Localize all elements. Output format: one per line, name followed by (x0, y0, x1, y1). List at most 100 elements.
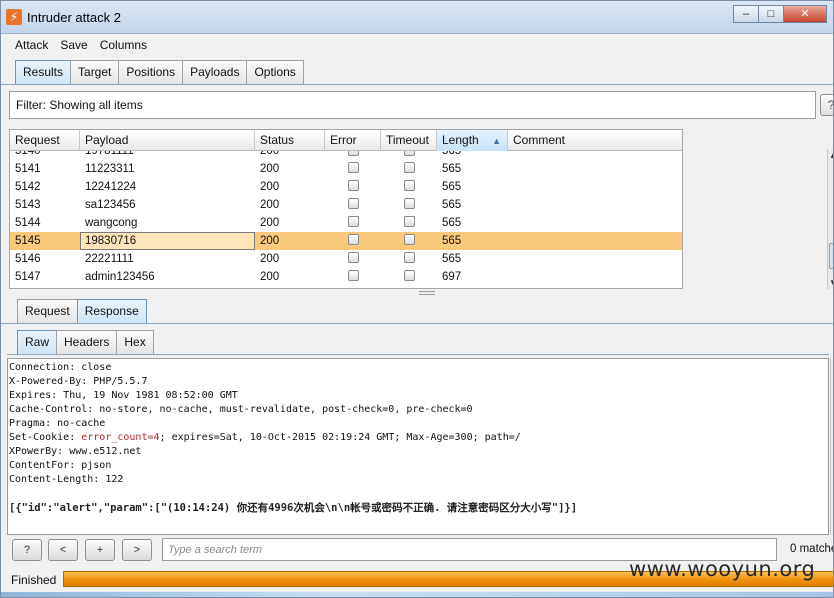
timeout-checkbox[interactable] (404, 216, 415, 228)
response-line: Expires: Thu, 19 Nov 1981 08:52:00 GMT (9, 390, 238, 401)
table-row[interactable]: 5140 19781111 200 565 (10, 151, 682, 160)
cell-timeout (381, 268, 437, 286)
cell-length: 565 (442, 217, 462, 229)
cell-length: 565 (442, 235, 462, 247)
column-error[interactable]: Error (325, 130, 381, 151)
table-row[interactable]: 5141 11223311 200 565 (10, 160, 682, 178)
filter-bar[interactable]: Filter: Showing all items (9, 91, 816, 119)
main-tabs: Results Target Positions Payloads Option… (15, 60, 304, 85)
cell-length: 565 (442, 199, 462, 211)
cookie-highlight: error_count=4 (81, 432, 160, 443)
table-row[interactable]: 5144 wangcong 200 565 (10, 214, 682, 232)
timeout-checkbox[interactable] (404, 270, 415, 282)
error-checkbox[interactable] (348, 162, 359, 174)
column-comment[interactable]: Comment (508, 130, 682, 151)
cell-timeout (381, 178, 437, 196)
cell-error (325, 151, 381, 160)
timeout-checkbox[interactable] (404, 162, 415, 174)
tab-options[interactable]: Options (246, 60, 304, 84)
cell-request: 5146 (15, 253, 41, 265)
response-line: ContentFor: pjson (9, 460, 112, 471)
scrollbar-thumb[interactable] (829, 243, 833, 269)
menu-save[interactable]: Save (60, 38, 87, 52)
view-tab-divider (7, 354, 829, 355)
timeout-checkbox[interactable] (404, 180, 415, 192)
cell-length: 565 (442, 163, 462, 175)
intruder-window: ⚡ Intruder attack 2 – □ ✕ Attack Save Co… (0, 0, 834, 598)
tab-positions[interactable]: Positions (118, 60, 184, 84)
response-scrollbar[interactable] (830, 358, 833, 535)
cookie-prefix: Set-Cookie: (9, 432, 82, 443)
cell-payload: 11223311 (85, 163, 135, 175)
search-add-button[interactable]: + (85, 539, 115, 561)
cell-error (325, 250, 381, 268)
tab-raw[interactable]: Raw (17, 330, 58, 355)
table-row[interactable]: 5143 sa123456 200 565 (10, 196, 682, 214)
cell-timeout (381, 214, 437, 232)
search-help-button[interactable]: ? (12, 539, 42, 561)
timeout-checkbox[interactable] (404, 252, 415, 264)
response-line: Cache-Control: no-store, no-cache, must-… (9, 404, 473, 415)
close-icon[interactable]: ✕ (783, 5, 827, 23)
cell-status: 200 (260, 163, 280, 175)
error-checkbox[interactable] (348, 198, 359, 210)
column-length-label: Length (442, 133, 479, 147)
scroll-down-icon[interactable]: ▼ (828, 278, 833, 287)
column-length[interactable]: Length ▲ (437, 130, 508, 151)
table-row[interactable]: 5142 12241224 200 565 (10, 178, 682, 196)
menu-attack[interactable]: Attack (15, 38, 48, 52)
cell-request: 5142 (15, 181, 41, 193)
view-tabs: Raw Headers Hex (17, 330, 154, 355)
table-scrollbar[interactable]: ▲ ▼ (827, 149, 833, 289)
filter-help-button[interactable]: ? (820, 94, 833, 116)
search-next-button[interactable]: > (122, 539, 152, 561)
table-row[interactable]: 5147 admin123456 200 697 (10, 268, 682, 286)
cell-comment (508, 250, 682, 268)
error-checkbox[interactable] (348, 151, 359, 156)
table-row[interactable]: 5146 22221111 200 565 (10, 250, 682, 268)
error-checkbox[interactable] (348, 180, 359, 192)
tab-payloads[interactable]: Payloads (182, 60, 248, 84)
column-timeout[interactable]: Timeout (381, 130, 437, 151)
error-checkbox[interactable] (348, 216, 359, 228)
menu-columns[interactable]: Columns (100, 38, 147, 52)
cell-error (325, 268, 381, 286)
cookie-suffix: ; expires=Sat, 10-Oct-2015 02:19:24 GMT;… (159, 432, 521, 443)
response-set-cookie-line: Set-Cookie: error_count=4; expires=Sat, … (9, 431, 827, 445)
results-table: Request Payload Status Error Timeout Len… (9, 129, 683, 289)
minimize-icon[interactable]: – (733, 5, 759, 23)
tab-results[interactable]: Results (15, 60, 72, 85)
error-checkbox[interactable] (348, 234, 359, 246)
cell-status: 200 (260, 253, 280, 265)
search-match-count: 0 matches (790, 543, 833, 555)
response-raw-view[interactable]: Connection: close X-Powered-By: PHP/5.5.… (7, 358, 829, 535)
tab-response[interactable]: Response (76, 299, 147, 324)
cell-error (325, 196, 381, 214)
cell-payload: wangcong (85, 217, 138, 229)
cell-payload: 19781111 (85, 151, 134, 157)
title-bar[interactable]: ⚡ Intruder attack 2 – □ ✕ (1, 1, 833, 34)
column-status[interactable]: Status (255, 130, 325, 151)
column-payload[interactable]: Payload (80, 130, 255, 151)
cell-request: 5141 (15, 163, 41, 175)
maximize-icon[interactable]: □ (758, 5, 784, 23)
timeout-checkbox[interactable] (404, 151, 415, 156)
column-request[interactable]: Request (10, 130, 80, 151)
cell-status: 200 (260, 217, 280, 229)
table-row[interactable]: 5145 19830716 200 565 (10, 232, 682, 250)
search-prev-button[interactable]: < (48, 539, 78, 561)
cell-comment (508, 160, 682, 178)
tab-request[interactable]: Request (17, 299, 78, 323)
table-header: Request Payload Status Error Timeout Len… (10, 130, 682, 151)
pane-splitter[interactable] (419, 291, 435, 295)
tab-hex[interactable]: Hex (116, 330, 154, 354)
timeout-checkbox[interactable] (404, 198, 415, 210)
response-line: Pragma: no-cache (9, 418, 106, 429)
tab-target[interactable]: Target (70, 60, 120, 84)
timeout-checkbox[interactable] (404, 234, 415, 246)
scroll-up-icon[interactable]: ▲ (828, 151, 833, 160)
error-checkbox[interactable] (348, 270, 359, 282)
taskbar-strip (1, 592, 833, 597)
error-checkbox[interactable] (348, 252, 359, 264)
tab-headers[interactable]: Headers (56, 330, 118, 354)
